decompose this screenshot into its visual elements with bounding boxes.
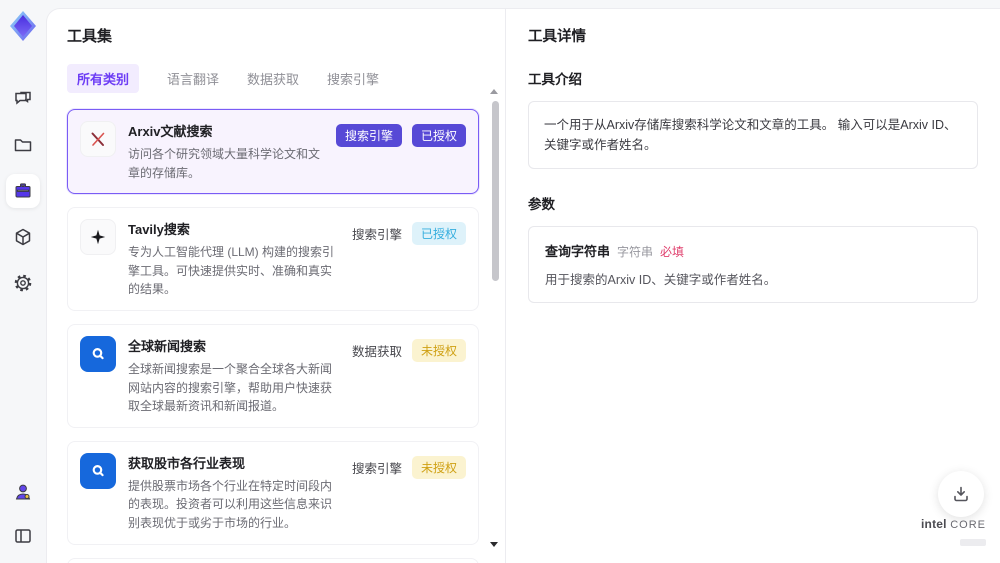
scrollbar-down-arrow[interactable] [490, 542, 498, 547]
tool-card-sector-performance[interactable]: 获取股市各行业表现 提供股票市场各个行业在特定时间段内的表现。投资者可以利用这些… [67, 440, 479, 545]
tool-card-tavily[interactable]: Tavily搜索 专为人工智能代理 (LLM) 构建的搜索引擎工具。可快速提供实… [67, 207, 479, 311]
download-icon [954, 486, 968, 502]
param-name: 查询字符串 [545, 244, 611, 259]
params-heading: 参数 [528, 197, 555, 212]
collapse-panel-icon[interactable] [6, 519, 40, 553]
folder-icon[interactable] [6, 128, 40, 162]
scrollbar-up-arrow[interactable] [490, 89, 498, 94]
intel-core-brand: intel CORE [921, 515, 986, 551]
tool-card-arxiv[interactable]: Arxiv文献搜索 访问各个研究领域大量科学论文和文章的存储库。 搜索引擎 已授… [67, 109, 479, 195]
download-button[interactable] [938, 471, 984, 517]
tool-category: 数据获取 [351, 344, 402, 359]
tab-language-translation[interactable]: 语言翻译 [167, 69, 219, 88]
page-title: 工具集 [67, 28, 113, 45]
tool-desc: 提供股票市场各个行业在特定时间段内的表现。投资者可以利用这些信息来识别表现优于或… [128, 478, 333, 530]
intro-heading: 工具介绍 [528, 72, 582, 87]
tool-list-panel: 工具集 所有类别 语言翻译 数据获取 搜索引擎 Arxiv文献搜索 访问各个研究… [47, 9, 506, 563]
tools-icon[interactable] [6, 174, 40, 208]
tool-name: 全球新闻搜索 [128, 338, 207, 354]
tool-category: 搜索引擎 [351, 461, 402, 476]
sidebar-nav [6, 82, 40, 300]
param-type: 字符串 [617, 245, 654, 259]
parameter-card: 查询字符串 字符串 必填 用于搜索的Arxiv ID、关键字或作者姓名。 [528, 226, 978, 303]
cube-icon[interactable] [6, 220, 40, 254]
tool-desc: 访问各个研究领域大量科学论文和文章的存储库。 [128, 147, 321, 180]
tab-data-acquisition[interactable]: 数据获取 [247, 69, 299, 88]
tool-name: Arxiv文献搜索 [128, 124, 213, 139]
tool-status-badge: 未授权 [411, 455, 466, 479]
tab-all-categories[interactable]: 所有类别 [67, 64, 140, 93]
tool-desc: 专为人工智能代理 (LLM) 构建的搜索引擎工具。可快速提供实时、准确和真实的结… [128, 245, 335, 297]
category-tabs: 所有类别 语言翻译 数据获取 搜索引擎 [67, 64, 479, 93]
brand-core: CORE [950, 519, 986, 531]
param-required-flag: 必填 [660, 245, 685, 259]
tool-status-badge: 已授权 [411, 222, 466, 246]
arxiv-logo-icon [80, 121, 116, 157]
details-title: 工具详情 [528, 29, 586, 45]
brand-intel: intel [921, 517, 947, 531]
param-desc: 用于搜索的Arxiv ID、关键字或作者姓名。 [545, 273, 777, 287]
settings-gear-icon[interactable] [6, 266, 40, 300]
user-avatar-icon[interactable] [6, 475, 40, 509]
sparkle-star-icon [80, 219, 116, 256]
main-panel: 工具集 所有类别 语言翻译 数据获取 搜索引擎 Arxiv文献搜索 访问各个研究… [46, 8, 1000, 563]
search-app-icon [80, 335, 116, 372]
app-logo-icon [8, 10, 38, 42]
tool-card-active-stocks[interactable]: 获取市场最活跃股票信息 提供当天交易量最高的股票列表。投资者可以利用这些信息来识… [67, 557, 479, 563]
scrollbar-thumb[interactable] [492, 101, 499, 281]
tool-card-global-news[interactable]: 全球新闻搜索 全球新闻搜索是一个聚合全球各大新闻网站内容的搜索引擎，帮助用户快速… [67, 323, 479, 428]
tool-status-badge: 已授权 [411, 124, 466, 147]
tool-details-panel: 工具详情 工具介绍 一个用于从Arxiv存储库搜索科学论文和文章的工具。 输入可… [506, 9, 1000, 563]
tool-name: 获取股市各行业表现 [128, 455, 246, 471]
tool-desc: 全球新闻搜索是一个聚合全球各大新闻网站内容的搜索引擎，帮助用户快速获取全球最新资… [128, 361, 333, 414]
chat-icon[interactable] [6, 82, 40, 116]
tool-name: Tavily搜索 [128, 222, 190, 238]
tool-status-badge: 未授权 [411, 338, 466, 362]
sidebar [0, 0, 46, 563]
search-app-icon [80, 452, 116, 489]
tool-category: 搜索引擎 [351, 228, 402, 243]
tool-category-badge: 搜索引擎 [335, 124, 402, 147]
tool-intro-text: 一个用于从Arxiv存储库搜索科学论文和文章的工具。 输入可以是Arxiv ID… [528, 101, 978, 169]
brand-subtext-bar [960, 539, 986, 546]
tab-search-engine[interactable]: 搜索引擎 [327, 69, 379, 88]
